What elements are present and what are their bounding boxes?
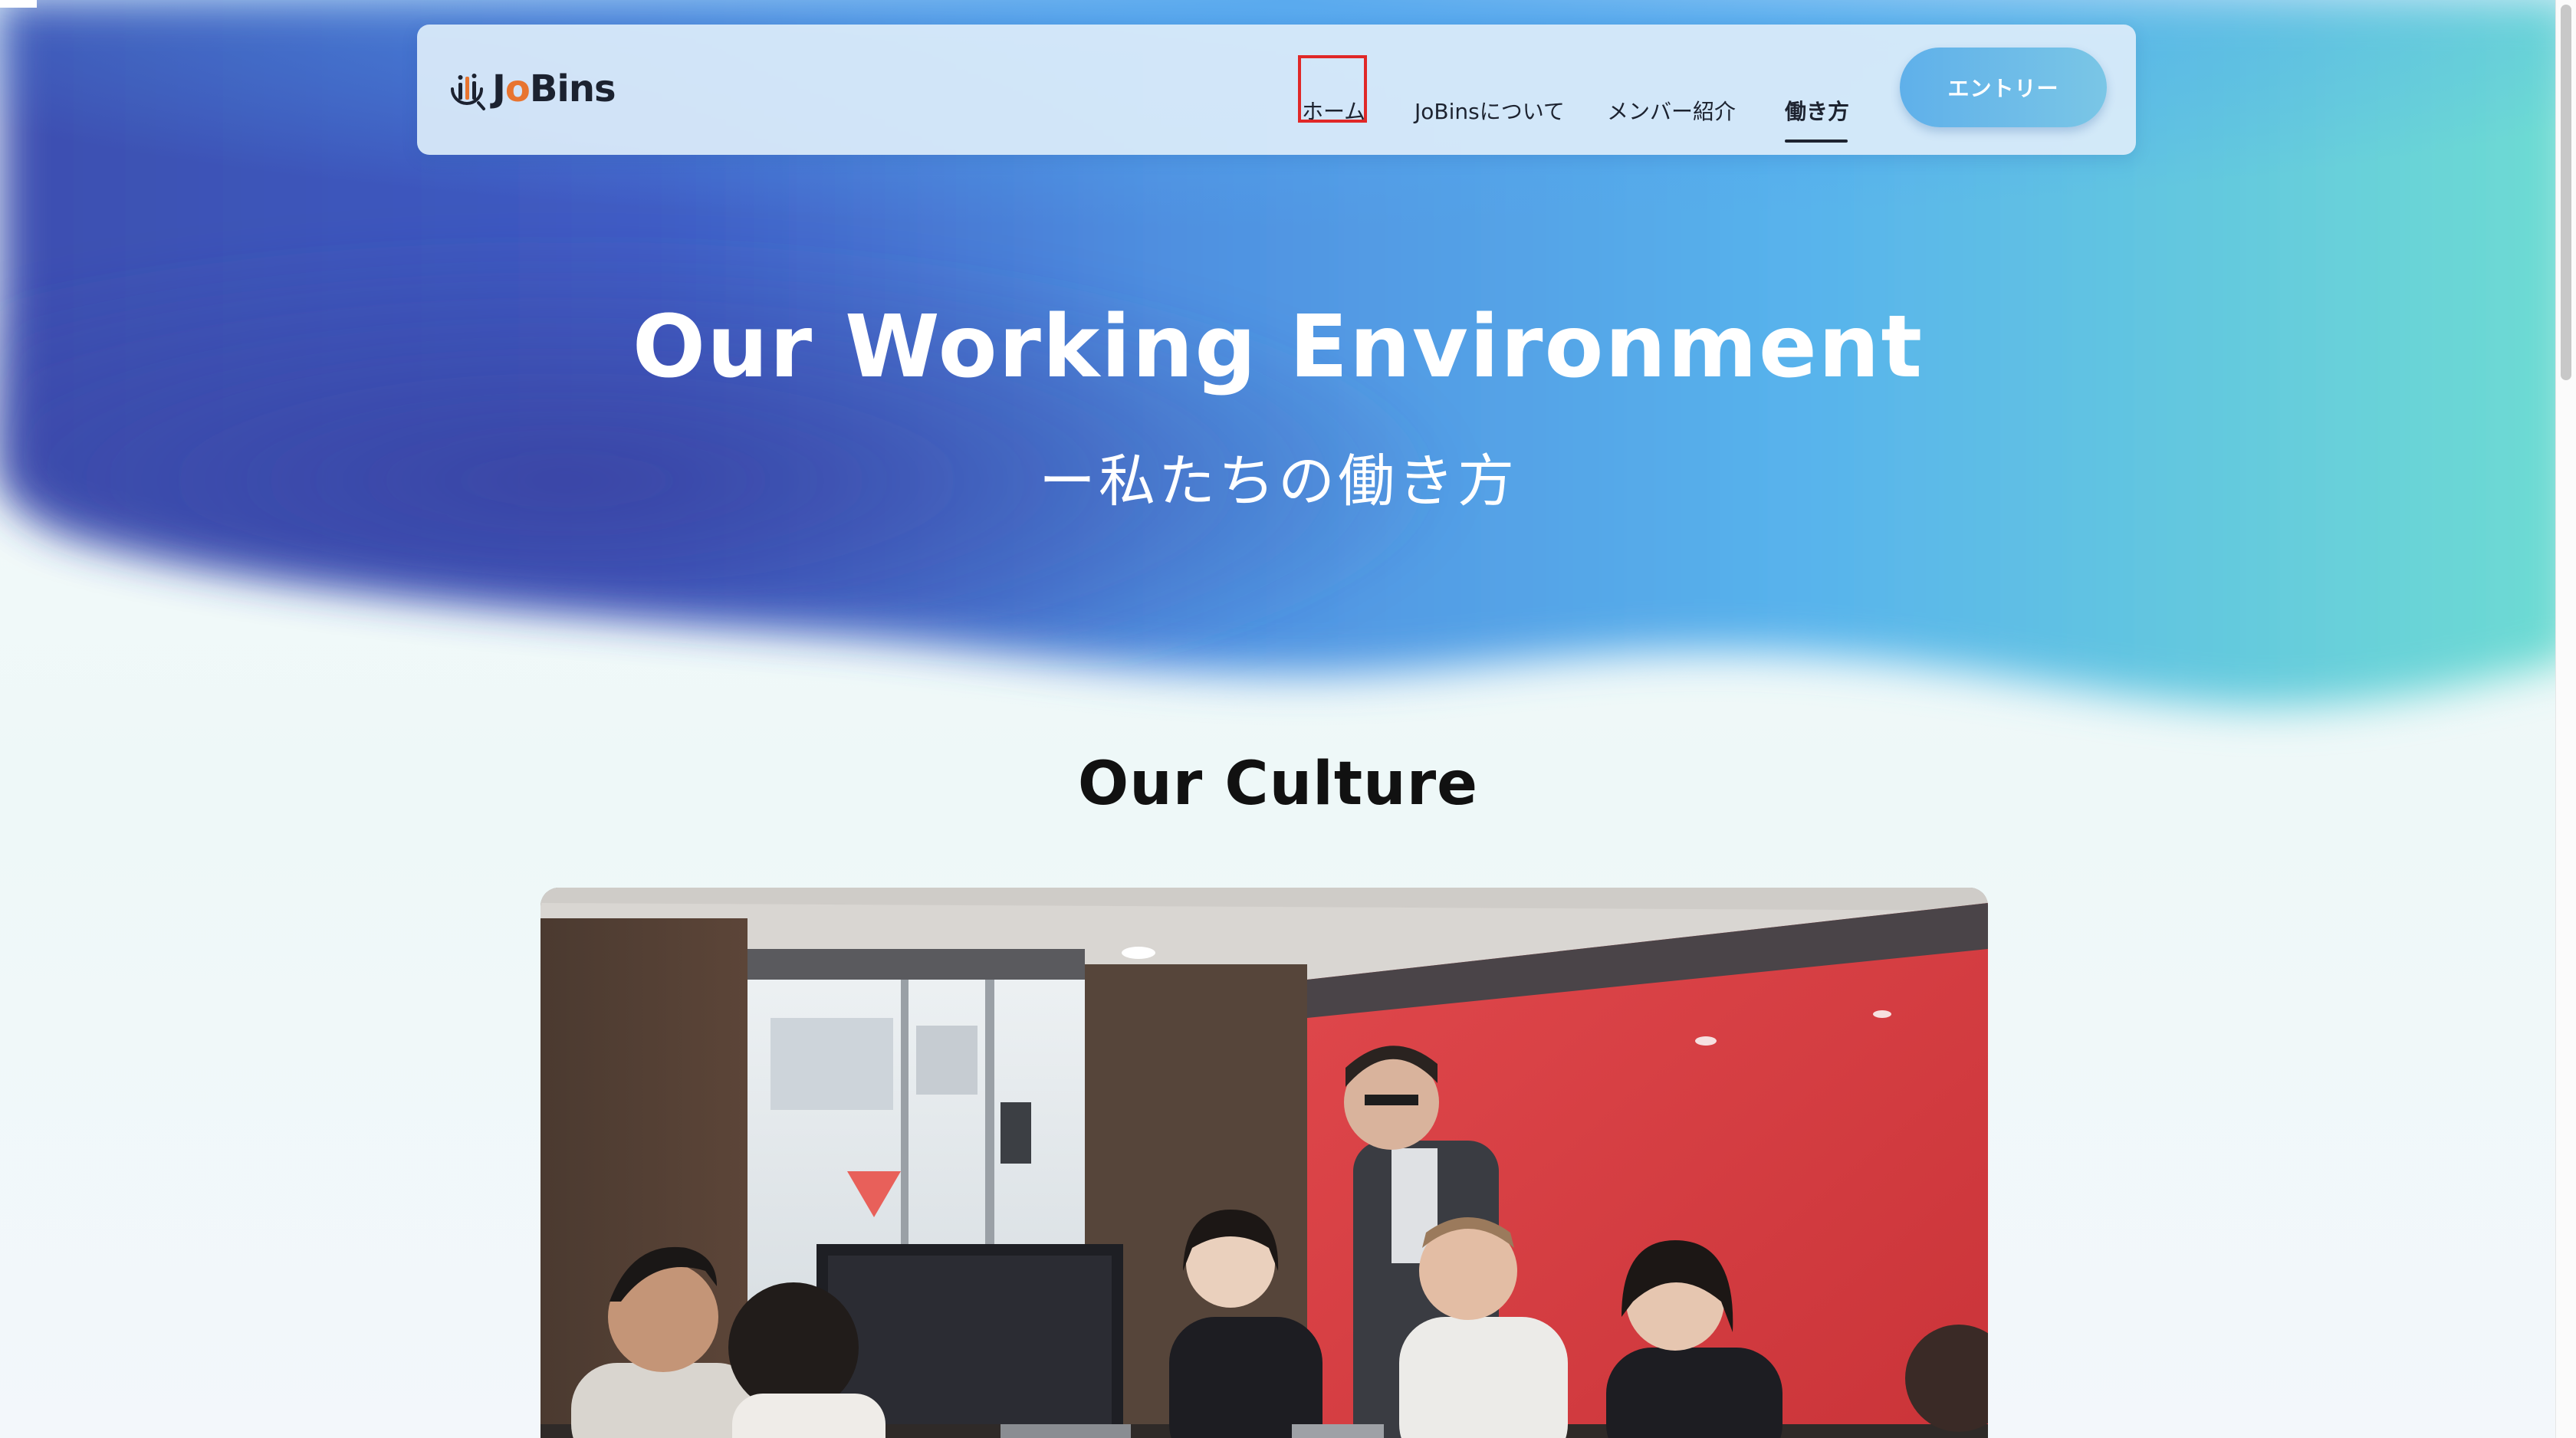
entry-button[interactable]: エントリー — [1900, 48, 2107, 127]
nav-item-work-style[interactable]: 働き方 — [1785, 95, 1849, 126]
top-navbar: JoBins ホーム JoBinsについて メンバー紹介 働き方 エントリー — [417, 25, 2136, 155]
page: JoBins ホーム JoBinsについて メンバー紹介 働き方 エントリー O… — [0, 0, 2576, 1438]
active-nav-underline — [1785, 140, 1848, 143]
logo-wordmark: JoBins — [492, 67, 616, 110]
scrollbar-thumb[interactable] — [2561, 5, 2571, 380]
nav-item-home[interactable]: ホーム — [1302, 95, 1365, 126]
jobins-logo[interactable]: JoBins — [448, 64, 616, 113]
vertical-scrollbar[interactable] — [2555, 0, 2576, 1438]
nav-item-members[interactable]: メンバー紹介 — [1607, 95, 1736, 126]
corner-marker — [0, 0, 37, 8]
hero-title: Our Working Environment — [632, 297, 1924, 397]
culture-section-title: Our Culture — [1077, 750, 1479, 819]
office-meeting-photo — [540, 888, 1988, 1438]
nav-item-about[interactable]: JoBinsについて — [1414, 95, 1565, 126]
hero-subtitle: ー私たちの働き方 — [1039, 448, 1517, 514]
logo-mark-icon — [451, 74, 485, 110]
